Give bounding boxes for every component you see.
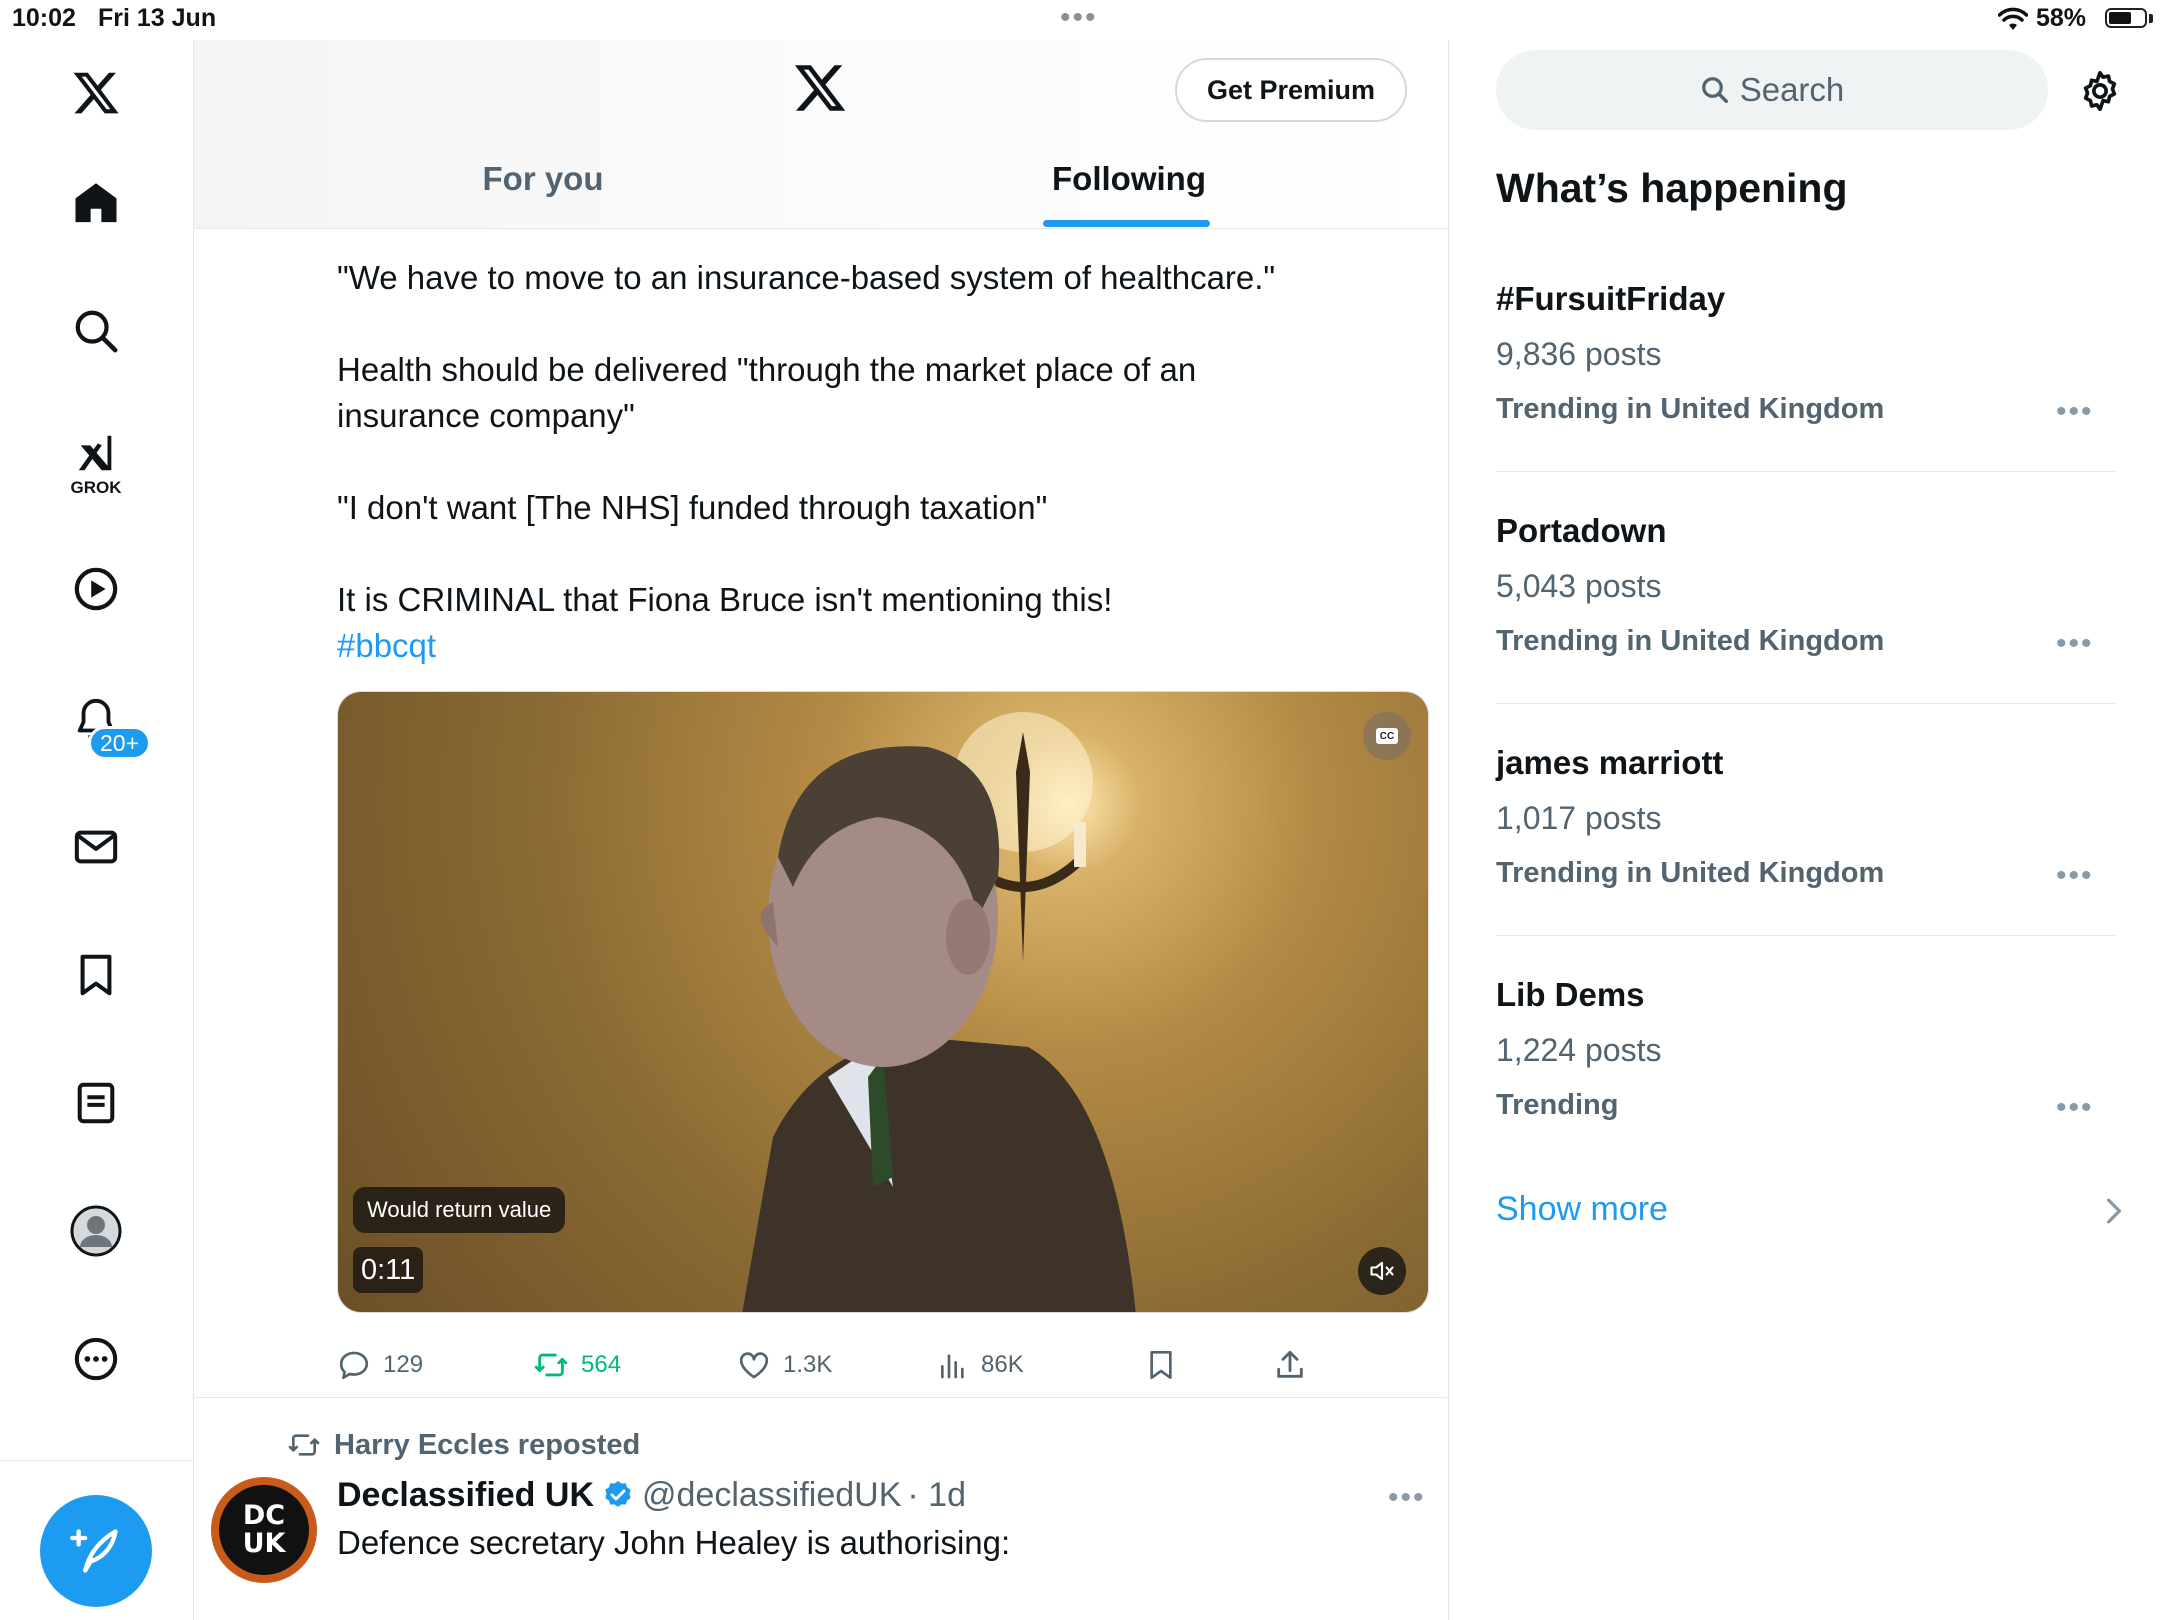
tweet-author-row: Declassified UK @declassifiedUK · 1d <box>337 1470 966 1520</box>
trend-more-icon[interactable]: ••• <box>2056 397 2094 427</box>
chevron-right-icon <box>2106 1198 2122 1224</box>
video-caption: Would return value <box>353 1187 566 1233</box>
wifi-icon <box>1998 7 2028 30</box>
views-icon <box>941 1354 964 1379</box>
feed-header: Get Premium For you Following <box>194 40 1447 229</box>
trend-context: Trending in United Kingdom <box>1496 857 1885 889</box>
home-icon[interactable] <box>63 170 129 236</box>
author-name[interactable]: Declassified UK <box>337 1476 594 1515</box>
search-icon <box>1701 77 1728 103</box>
trend-posts: 1,224 posts <box>1496 1032 1662 1068</box>
repost-button[interactable]: 564 <box>533 1340 621 1390</box>
tweet-age: · 1d <box>907 1475 966 1514</box>
x-logo-icon[interactable] <box>792 60 856 124</box>
battery-percent: 58% <box>2036 4 2087 32</box>
grok-icon[interactable] <box>63 420 129 486</box>
trend-name: james marriott <box>1496 744 1724 781</box>
show-more-link[interactable]: Show more <box>1496 1190 1668 1229</box>
share-icon <box>1277 1350 1303 1378</box>
trend-posts: 1,017 posts <box>1496 800 1662 836</box>
repost-icon <box>534 1353 568 1377</box>
trend-name: #FursuitFriday <box>1496 280 1726 317</box>
grok-label: GROK <box>70 478 122 497</box>
active-tab-indicator <box>1043 220 1210 227</box>
whats-happening-title: What’s happening <box>1496 165 1848 211</box>
main-feed: Get Premium For you Following "We have t… <box>194 40 1447 1620</box>
trend-item[interactable]: #FursuitFriday 9,836 posts Trending in U… <box>1496 280 2116 450</box>
heart-icon <box>739 1352 769 1379</box>
trend-item[interactable]: james marriott 1,017 posts Trending in U… <box>1496 744 2116 914</box>
trend-name: Portadown <box>1496 512 1667 549</box>
notification-badge: 20+ <box>88 726 152 760</box>
tweet-actions: 129 564 1.3K 86K <box>337 1340 1427 1390</box>
trend-posts: 5,043 posts <box>1496 568 1662 604</box>
avatar[interactable]: DC UK <box>211 1477 317 1583</box>
status-time: 10:02 <box>12 4 76 32</box>
hashtag-link[interactable]: #bbcqt <box>337 623 436 669</box>
get-premium-button[interactable]: Get Premium <box>1175 58 1407 122</box>
trend-item[interactable]: Lib Dems 1,224 posts Trending ••• <box>1496 976 2116 1146</box>
tweet-text-line: It is CRIMINAL that Fiona Bruce isn't me… <box>337 581 1113 618</box>
trend-posts: 9,836 posts <box>1496 336 1662 372</box>
tweet-text-line: Health should be delivered "through the … <box>337 351 1197 434</box>
more-icon[interactable] <box>63 1326 129 1392</box>
bookmark-icon <box>1150 1351 1172 1379</box>
trend-context: Trending <box>1496 1089 1619 1121</box>
trend-context: Trending in United Kingdom <box>1496 625 1885 657</box>
bookmark-button[interactable] <box>1145 1340 1189 1390</box>
compose-button[interactable] <box>40 1495 152 1607</box>
trend-context: Trending in United Kingdom <box>1496 393 1885 425</box>
video-duration: 0:11 <box>353 1247 424 1293</box>
reply-count: 129 <box>383 1351 424 1378</box>
like-button[interactable]: 1.3K <box>737 1340 832 1390</box>
avatar-icon[interactable] <box>63 1198 129 1264</box>
tweet-more-icon[interactable]: ••• <box>1388 1483 1426 1513</box>
list-icon[interactable] <box>63 1070 129 1136</box>
cc-icon[interactable]: CC <box>1363 712 1411 760</box>
trend-more-icon[interactable]: ••• <box>2056 861 2094 891</box>
trend-more-icon[interactable]: ••• <box>2056 1093 2094 1123</box>
share-button[interactable] <box>1273 1340 1319 1390</box>
status-date: Fri 13 Jun <box>98 4 217 32</box>
repost-context[interactable]: Harry Eccles reposted <box>286 1425 640 1465</box>
reply-button[interactable]: 129 <box>337 1340 423 1390</box>
tab-following[interactable]: Following <box>1039 160 1219 210</box>
play-icon[interactable] <box>63 556 129 622</box>
reply-icon <box>339 1351 369 1380</box>
views-button[interactable]: 86K <box>937 1340 1024 1390</box>
right-sidebar: Search What’s happening #FursuitFriday 9… <box>1448 40 2160 1620</box>
search-icon[interactable] <box>63 298 129 364</box>
tab-for-you[interactable]: For you <box>438 160 648 210</box>
mail-icon[interactable] <box>63 814 129 880</box>
reposted-by-label: Harry Eccles reposted <box>334 1428 641 1461</box>
trend-name: Lib Dems <box>1496 976 1645 1013</box>
views-count: 86K <box>981 1351 1024 1378</box>
trend-more-icon[interactable]: ••• <box>2056 629 2094 659</box>
multitasking-dots-icon[interactable]: ••• <box>1060 3 1098 33</box>
repost-count: 564 <box>581 1351 622 1378</box>
verified-badge-icon <box>605 1481 631 1507</box>
repost-icon <box>288 1434 320 1456</box>
bookmark-icon[interactable] <box>63 942 129 1008</box>
speaker-figure-image <box>742 746 1136 1312</box>
author-handle[interactable]: @declassifiedUK <box>642 1476 901 1515</box>
battery-icon <box>2105 8 2147 28</box>
left-nav: GROK 20+ <box>0 40 194 1620</box>
tweet-text-line: "I don't want [The NHS] funded through t… <box>337 489 1048 526</box>
trend-item[interactable]: Portadown 5,043 posts Trending in United… <box>1496 512 2116 682</box>
tweet-text: Defence secretary John Healey is authori… <box>337 1524 1011 1561</box>
status-bar: 10:02 Fri 13 Jun ••• 58% <box>0 0 2160 40</box>
search-input[interactable]: Search <box>1496 50 2048 130</box>
search-placeholder: Search <box>1739 71 1845 108</box>
compose-icon <box>70 1529 118 1573</box>
tweet-text-line: "We have to move to an insurance-based s… <box>337 259 1276 296</box>
gear-icon[interactable] <box>2077 68 2123 114</box>
x-logo-icon[interactable] <box>63 60 129 126</box>
tweet-video[interactable]: CC Would return value 0:11 <box>337 691 1429 1313</box>
like-count: 1.3K <box>783 1351 833 1378</box>
mute-icon[interactable] <box>1358 1247 1406 1295</box>
